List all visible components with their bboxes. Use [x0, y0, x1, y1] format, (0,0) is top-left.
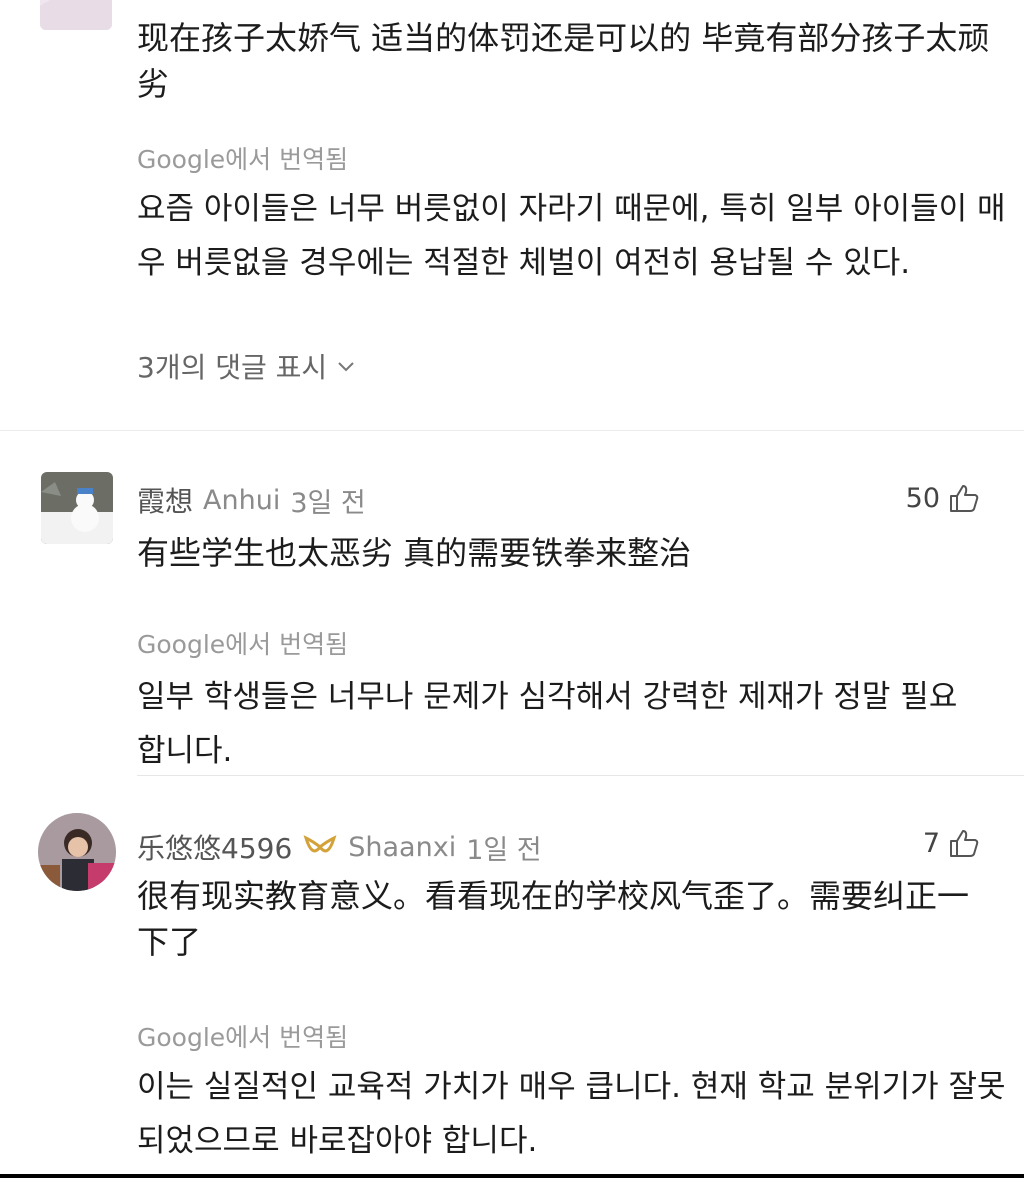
comment-2: 霞想 Anhui 3일 전 50 有些学生也太恶劣 真的需要铁拳来整治 Goog… [0, 460, 1024, 775]
username[interactable]: 霞想 [137, 480, 193, 520]
comment-translation-text: 요즘 아이들은 너무 버릇없이 자라기 때문에, 특히 일부 아이들이 매우 버… [137, 191, 1006, 281]
chevron-down-icon [338, 362, 354, 372]
like-count: 7 [922, 827, 940, 859]
comment-translation-text: 이는 실질적인 교육적 가치가 매우 큽니다. 현재 학교 분위기가 잘못되었으… [137, 1069, 1006, 1159]
comment-1: 现在孩子太娇气 适当的体罚还是可以的 毕竟有部分孩子太顽劣 Google에서 번… [0, 0, 1024, 430]
avatar[interactable] [38, 813, 116, 891]
show-replies-label: 3개의 댓글 표시 [137, 351, 328, 384]
google-translated-label: Google에서 번역됨 [137, 630, 349, 659]
location: Shaanxi [348, 831, 457, 863]
comment-meta: 霞想 Anhui 3일 전 [137, 480, 366, 520]
google-translated-label: Google에서 번역됨 [137, 1023, 349, 1052]
divider [0, 430, 1024, 431]
avatar[interactable] [41, 472, 113, 544]
username[interactable]: 乐悠悠4596 [137, 827, 292, 867]
like-count: 50 [905, 482, 940, 514]
google-translated-label: Google에서 번역됨 [137, 145, 349, 174]
timestamp: 3일 전 [290, 487, 366, 519]
comment-original-text: 很有现实教育意义。看看现在的学校风气歪了。需要纠正一下了 [137, 877, 970, 961]
comment-original-text: 现在孩子太娇气 适当的体罚还是可以的 毕竟有部分孩子太顽劣 [137, 19, 990, 103]
timestamp: 1일 전 [466, 834, 542, 866]
thumbs-up-icon [950, 830, 979, 857]
thumbs-up-icon [950, 485, 979, 512]
show-replies-button[interactable]: 3개의 댓글 표시 [137, 346, 357, 386]
divider [137, 775, 1024, 776]
bottom-edge [0, 1174, 1024, 1178]
comment-meta: 乐悠悠4596 Shaanxi 1일 전 [137, 827, 542, 867]
like-button[interactable]: 7 [923, 827, 980, 859]
comment-translation-text: 일부 학생들은 너무나 문제가 심각해서 강력한 제재가 정말 필요합니다. [137, 679, 958, 769]
vip-badge-icon [303, 835, 337, 853]
location: Anhui [203, 484, 281, 516]
like-button[interactable]: 50 [906, 482, 980, 514]
comment-3: 乐悠悠4596 Shaanxi 1일 전 7 很有现实教育意义。看看现在的学校风… [0, 805, 1024, 1178]
avatar[interactable] [40, 0, 112, 30]
comment-original-text: 有些学生也太恶劣 真的需要铁拳来整治 [137, 534, 692, 572]
